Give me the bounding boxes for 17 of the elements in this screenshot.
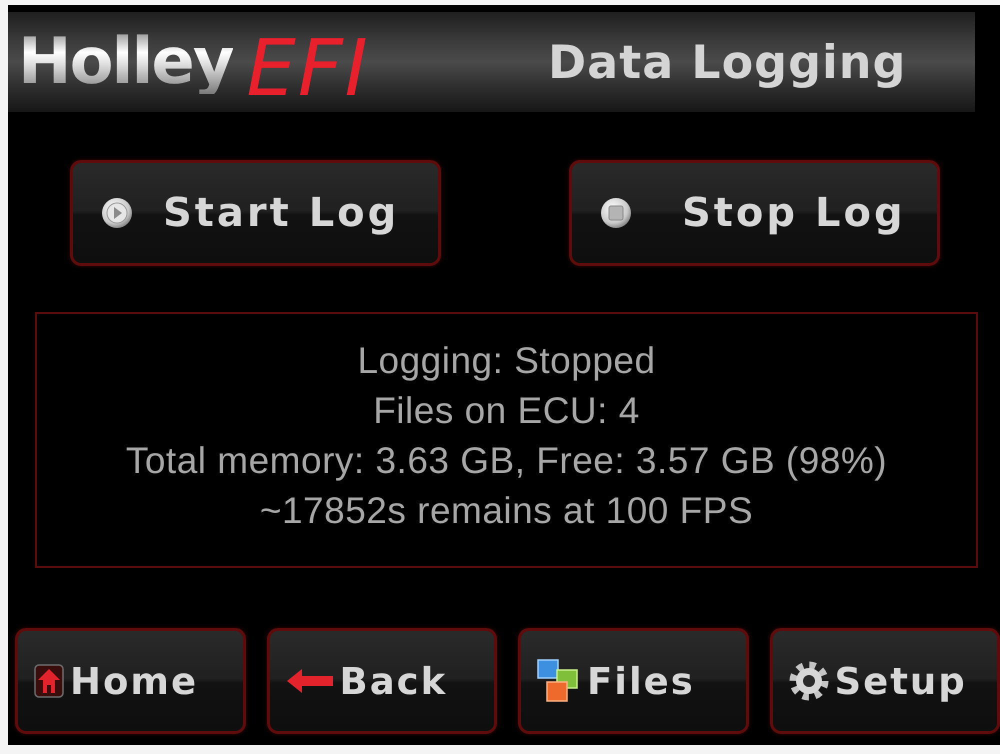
- stop-icon: [600, 197, 632, 229]
- play-icon: [101, 197, 133, 229]
- status-text: Logging: Stopped: [357, 339, 656, 383]
- back-button[interactable]: Back: [266, 628, 497, 734]
- status-text: Total memory: 3.63 GB, Free: 3.57 GB (98%): [126, 439, 888, 483]
- product-logo-text: EFI: [246, 30, 370, 108]
- files-button[interactable]: Files: [518, 628, 748, 734]
- left-arrow-icon: [286, 668, 334, 694]
- settings-icon: [788, 661, 828, 701]
- status-text: ~17852s remains at 100 FPS: [260, 489, 754, 533]
- setup-button[interactable]: Setup: [770, 628, 1000, 734]
- status-text: Files on ECU: 4: [373, 389, 640, 433]
- files-icon: [537, 659, 581, 703]
- start-log-button[interactable]: Start Log: [70, 160, 441, 266]
- home-icon: [34, 664, 64, 698]
- home-button[interactable]: Home: [15, 628, 246, 734]
- stop-log-button[interactable]: Stop Log: [569, 160, 940, 266]
